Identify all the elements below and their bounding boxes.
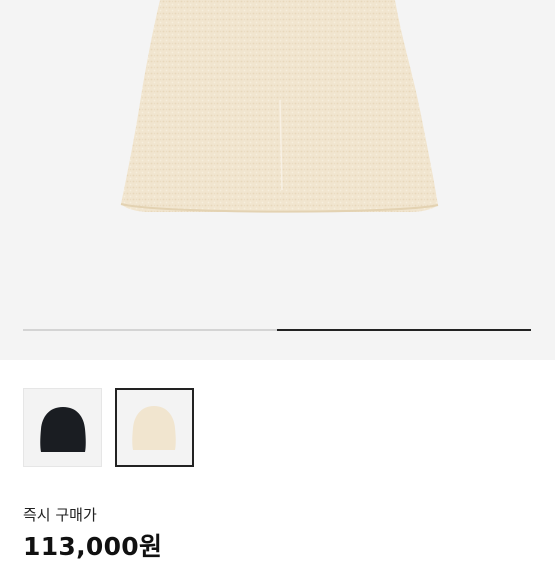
- black-beanie-icon: [40, 407, 86, 452]
- thumbnail-black-beanie[interactable]: [23, 388, 102, 467]
- product-image-gallery[interactable]: [0, 0, 555, 360]
- thumbnail-list: [23, 388, 194, 467]
- cream-beanie-icon: [132, 406, 176, 450]
- price-value: 113,000원: [23, 532, 163, 561]
- beanie-image: [120, 0, 439, 213]
- price-label: 즉시 구매가: [23, 506, 97, 524]
- gallery-progress-track[interactable]: [23, 329, 531, 331]
- gallery-progress-indicator: [277, 329, 531, 331]
- thumbnail-cream-beanie[interactable]: [115, 388, 194, 467]
